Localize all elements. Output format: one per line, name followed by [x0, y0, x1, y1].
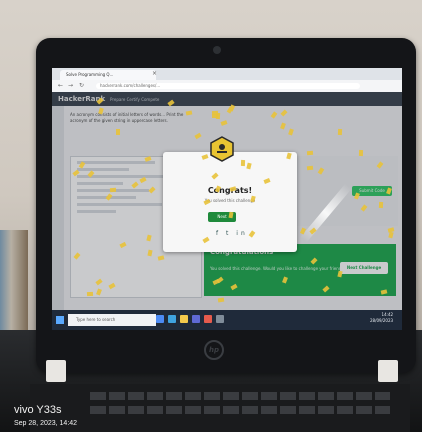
app-icon[interactable]: [216, 315, 224, 323]
taskbar-clock[interactable]: 14:42 28/09/2023: [370, 312, 393, 324]
task-view-icon[interactable]: [156, 315, 164, 323]
confetti-piece: [358, 149, 364, 157]
photo-scene: Solve Programming Q... × ← → ↻ hackerran…: [0, 0, 422, 432]
confetti-piece: [109, 187, 117, 193]
clock-date: 28/09/2023: [370, 318, 394, 323]
share-icons[interactable]: f t in: [216, 230, 248, 237]
confetti-piece: [337, 128, 343, 136]
webcam: [213, 46, 221, 54]
browser-tab[interactable]: Solve Programming Q...: [60, 70, 156, 80]
hinge-right: [378, 360, 398, 382]
laptop-keyboard: [30, 384, 410, 432]
key-row: [90, 392, 390, 400]
chrome-icon[interactable]: [204, 315, 212, 323]
confetti-piece: [306, 150, 314, 156]
confetti-piece: [211, 110, 219, 116]
edge-icon[interactable]: [168, 315, 176, 323]
taskbar-search-input[interactable]: Type here to search: [68, 314, 156, 326]
laptop-screen: Solve Programming Q... × ← → ↻ hackerran…: [52, 68, 402, 330]
reload-icon[interactable]: ↻: [79, 82, 84, 90]
file-explorer-icon[interactable]: [180, 315, 188, 323]
confetti-piece: [378, 201, 384, 209]
confetti-piece: [116, 129, 120, 135]
windows-start-icon[interactable]: [56, 316, 64, 324]
hinge-left: [46, 360, 66, 382]
store-icon[interactable]: [192, 315, 200, 323]
close-icon[interactable]: ×: [152, 70, 157, 78]
camera-watermark-brand: vivo Y33s: [14, 404, 62, 416]
key-row: [90, 406, 390, 414]
camera-watermark-date: Sep 28, 2023, 14:42: [14, 420, 78, 427]
url-field[interactable]: hackerrank.com/challenges/...: [96, 83, 360, 89]
modal-subtitle: You solved this challenge: [204, 198, 256, 203]
confetti-piece: [86, 291, 94, 297]
hp-logo: hp: [204, 340, 224, 360]
back-icon[interactable]: ←: [58, 82, 63, 90]
hexagon-badge-icon: [210, 136, 234, 162]
confetti-piece: [306, 165, 314, 171]
confetti-piece: [240, 159, 246, 167]
forward-icon[interactable]: →: [68, 82, 73, 90]
